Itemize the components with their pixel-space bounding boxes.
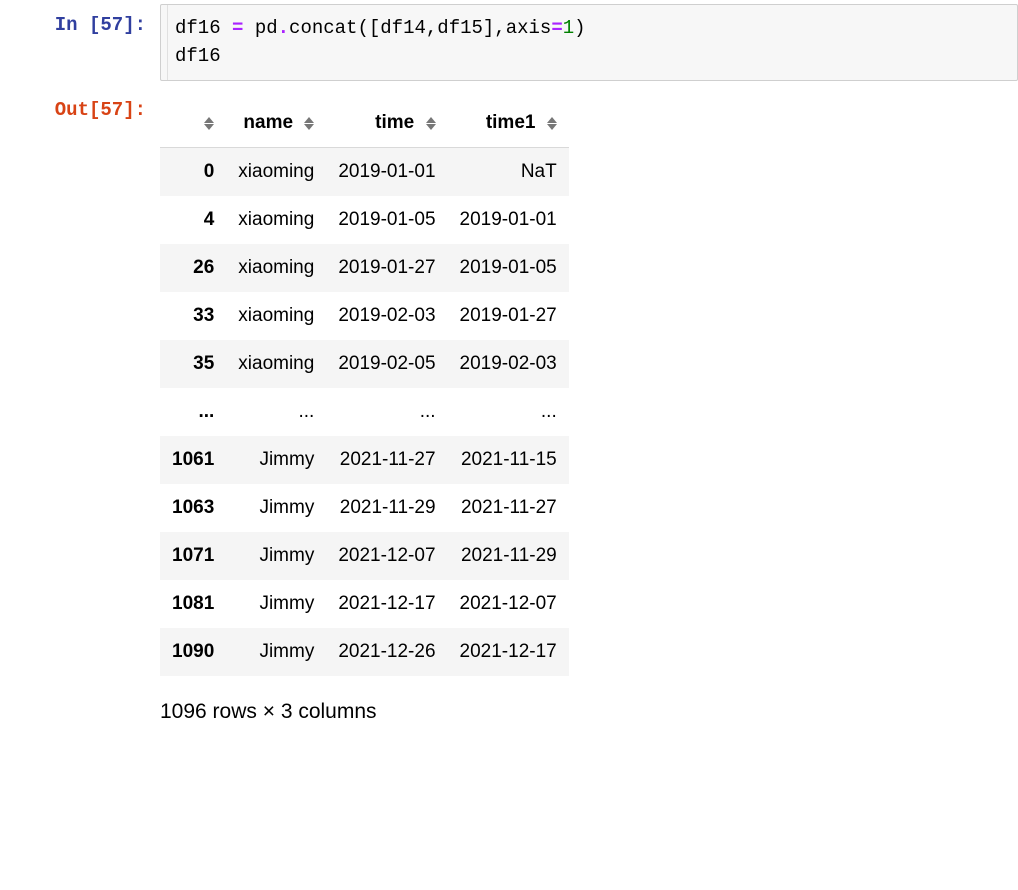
cell-time1: 2019-01-01 (448, 196, 569, 244)
col-time[interactable]: time (326, 99, 447, 148)
table-row: 1090Jimmy2021-12-262021-12-17 (160, 628, 569, 676)
code-line-2: df16 (175, 43, 1003, 71)
cell-time1: 2021-12-07 (448, 580, 569, 628)
table-row: 1063Jimmy2021-11-292021-11-27 (160, 484, 569, 532)
cell-name: ... (226, 388, 326, 436)
cell-name: xiaoming (226, 148, 326, 197)
cell-time: 2019-01-27 (326, 244, 447, 292)
row-index: 1063 (160, 484, 226, 532)
table-body: 0xiaoming2019-01-01NaT 4xiaoming2019-01-… (160, 148, 569, 677)
cell-time: ... (326, 388, 447, 436)
table-row: 1071Jimmy2021-12-072021-11-29 (160, 532, 569, 580)
row-index: 1090 (160, 628, 226, 676)
row-index: 0 (160, 148, 226, 197)
table-row: 33xiaoming2019-02-032019-01-27 (160, 292, 569, 340)
row-index: 1081 (160, 580, 226, 628)
table-row-ellipsis: ............ (160, 388, 569, 436)
cell-time: 2021-11-29 (326, 484, 447, 532)
cell-time1: 2021-11-29 (448, 532, 569, 580)
output-area: name time time1 0xiaoming2019-01-01NaT 4… (160, 89, 569, 744)
table-row: 1061Jimmy2021-11-272021-11-15 (160, 436, 569, 484)
row-index: 1071 (160, 532, 226, 580)
cell-time: 2021-11-27 (326, 436, 447, 484)
row-index: 33 (160, 292, 226, 340)
cell-time1: 2021-11-27 (448, 484, 569, 532)
cell-name: Jimmy (226, 532, 326, 580)
col-index[interactable] (160, 99, 226, 148)
cell-time: 2021-12-17 (326, 580, 447, 628)
row-index: 4 (160, 196, 226, 244)
cell-time: 2019-01-01 (326, 148, 447, 197)
cell-time1: 2019-01-27 (448, 292, 569, 340)
sort-icon (547, 117, 557, 130)
cell-time: 2021-12-26 (326, 628, 447, 676)
cell-time1: 2021-11-15 (448, 436, 569, 484)
sort-icon (204, 117, 214, 130)
table-row: 4xiaoming2019-01-052019-01-01 (160, 196, 569, 244)
cell-time1: NaT (448, 148, 569, 197)
cell-name: xiaoming (226, 292, 326, 340)
cell-name: Jimmy (226, 628, 326, 676)
row-index: ... (160, 388, 226, 436)
row-index: 26 (160, 244, 226, 292)
cell-name: xiaoming (226, 196, 326, 244)
row-index: 35 (160, 340, 226, 388)
input-prompt: In [57]: (0, 4, 160, 36)
cell-name: Jimmy (226, 436, 326, 484)
col-name[interactable]: name (226, 99, 326, 148)
cell-time: 2019-02-03 (326, 292, 447, 340)
table-row: 1081Jimmy2021-12-172021-12-07 (160, 580, 569, 628)
sort-icon (304, 117, 314, 130)
header-row: name time time1 (160, 99, 569, 148)
cell-name: Jimmy (226, 484, 326, 532)
sort-icon (426, 117, 436, 130)
table-row: 35xiaoming2019-02-052019-02-03 (160, 340, 569, 388)
cell-time: 2021-12-07 (326, 532, 447, 580)
cell-name: xiaoming (226, 244, 326, 292)
input-cell: In [57]: df16 = pd.concat([df14,df15],ax… (0, 0, 1018, 85)
cell-name: xiaoming (226, 340, 326, 388)
dataframe-table: name time time1 0xiaoming2019-01-01NaT 4… (160, 99, 569, 676)
code-input[interactable]: df16 = pd.concat([df14,df15],axis=1) df1… (160, 4, 1018, 81)
cell-time1: 2019-01-05 (448, 244, 569, 292)
output-prompt: Out[57]: (0, 89, 160, 121)
cell-time: 2019-02-05 (326, 340, 447, 388)
cell-name: Jimmy (226, 580, 326, 628)
cell-time1: ... (448, 388, 569, 436)
col-time1[interactable]: time1 (448, 99, 569, 148)
output-cell: Out[57]: name time (0, 85, 1018, 748)
table-row: 0xiaoming2019-01-01NaT (160, 148, 569, 197)
cell-time1: 2019-02-03 (448, 340, 569, 388)
cell-time1: 2021-12-17 (448, 628, 569, 676)
code-line-1: df16 = pd.concat([df14,df15],axis=1) (175, 15, 1003, 43)
row-index: 1061 (160, 436, 226, 484)
cell-time: 2019-01-05 (326, 196, 447, 244)
table-row: 26xiaoming2019-01-272019-01-05 (160, 244, 569, 292)
dataframe-summary: 1096 rows × 3 columns (160, 696, 569, 744)
